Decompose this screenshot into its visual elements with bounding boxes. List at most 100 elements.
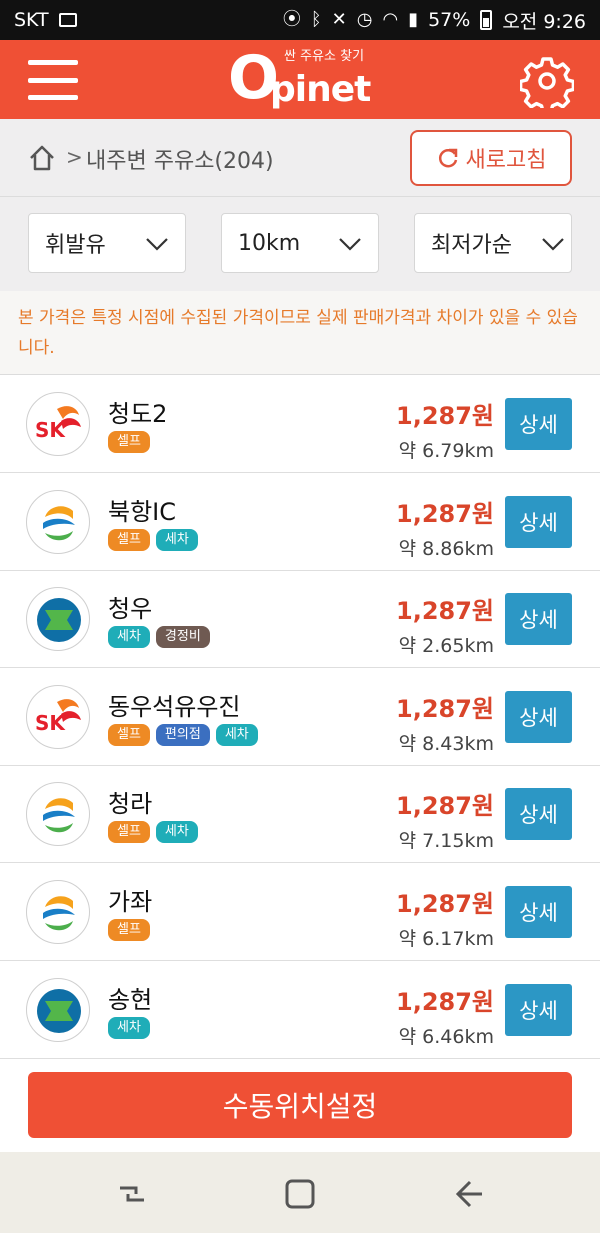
station-tag: 셀프 bbox=[108, 528, 150, 551]
gear-icon[interactable] bbox=[518, 54, 576, 114]
station-tags: 세차 경정비 bbox=[108, 626, 210, 649]
station-tag: 편의점 bbox=[155, 723, 210, 746]
signal-icon: ▮ bbox=[408, 9, 419, 30]
sort-value: 최저가순 bbox=[431, 233, 512, 258]
station-row[interactable]: 송현 세차 1,287원약 6.46km 상세 bbox=[0, 961, 600, 1059]
station-row[interactable]: SK 청도2 셀프 1,287원약 6.79km 상세 bbox=[0, 376, 600, 473]
location-icon: ⦿ bbox=[282, 9, 301, 30]
station-row[interactable]: SK 동우석유우진 셀프 편의점 세차 1,287원 약 8.43km 상세 bbox=[0, 668, 600, 766]
mute-icon: ✕ bbox=[331, 9, 347, 30]
station-price: 1,287원 bbox=[396, 792, 494, 821]
station-tag: 셀프 bbox=[108, 919, 150, 941]
radius-value: 10km bbox=[238, 230, 301, 256]
station-price: 1,287원 bbox=[396, 402, 494, 430]
recent-apps-icon[interactable] bbox=[112, 1174, 152, 1214]
station-price: 1,287원 bbox=[396, 987, 494, 1016]
station-tag: 세차 bbox=[155, 528, 198, 551]
station-name: 청도2 bbox=[108, 400, 168, 428]
station-tag: 세차 bbox=[108, 1016, 150, 1039]
detail-button[interactable]: 상세 bbox=[505, 788, 572, 841]
wifi-icon: ◠ bbox=[382, 9, 399, 30]
detail-button[interactable]: 상세 bbox=[505, 593, 572, 646]
sk-brand-logo: SK bbox=[26, 684, 90, 749]
station-tag: 세차 bbox=[155, 821, 198, 844]
station-distance: 약 6.79km bbox=[398, 440, 494, 462]
system-nav-bar bbox=[0, 1152, 600, 1233]
station-tags: 셀프 편의점 세차 bbox=[108, 723, 258, 746]
refresh-label: 새로고침 bbox=[465, 148, 547, 173]
station-price: 1,287원 bbox=[396, 597, 494, 626]
chevron-down-icon bbox=[146, 238, 168, 251]
hyundai-oilbank-brand-logo bbox=[26, 977, 90, 1042]
price-notice: 본 가격은 특정 시점에 수집된 가격이므로 실제 판매가격과 차이가 있을 수… bbox=[0, 291, 600, 375]
station-tag: 세차 bbox=[215, 723, 258, 746]
station-name: 북항IC bbox=[108, 497, 176, 526]
svg-text:SK: SK bbox=[35, 418, 66, 442]
bluetooth-icon: ᛒ bbox=[310, 9, 322, 30]
station-name: 송현 bbox=[108, 985, 153, 1014]
station-price: 1,287원 bbox=[396, 694, 494, 723]
s-oil-brand-logo bbox=[26, 782, 90, 847]
station-tags: 셀프 bbox=[108, 919, 150, 941]
filter-bar: 휘발유 10km 최저가순 bbox=[0, 197, 600, 291]
station-tag: 셀프 bbox=[108, 821, 150, 844]
detail-button[interactable]: 상세 bbox=[505, 398, 572, 450]
station-row[interactable]: 청우 세차 경정비 1,287원약 2.65km 상세 bbox=[0, 571, 600, 669]
svg-text:SK: SK bbox=[35, 711, 66, 735]
station-row[interactable]: 북항IC 셀프 세차 1,287원약 8.86km 상세 bbox=[0, 473, 600, 571]
station-distance: 약 8.43km bbox=[398, 732, 494, 755]
chevron-down-icon bbox=[542, 238, 564, 251]
station-distance: 약 8.86km bbox=[398, 537, 494, 560]
logo-tagline: 싼 주유소 찾기 bbox=[284, 49, 365, 64]
logo-wordmark: pinet bbox=[270, 69, 371, 110]
sort-select[interactable]: 최저가순 bbox=[414, 213, 572, 273]
radius-select[interactable]: 10km bbox=[221, 213, 379, 273]
station-distance: 약 7.15km bbox=[398, 830, 494, 853]
page-title: 내주변 주유소(204) bbox=[86, 149, 274, 174]
fuel-type-select[interactable]: 휘발유 bbox=[28, 213, 186, 273]
detail-button[interactable]: 상세 bbox=[505, 886, 572, 938]
station-tags: 셀프 세차 bbox=[108, 528, 198, 551]
gallery-notification-icon bbox=[58, 13, 77, 27]
back-icon[interactable] bbox=[448, 1174, 488, 1214]
carrier-label: SKT bbox=[14, 9, 49, 31]
station-tag: 셀프 bbox=[108, 723, 150, 746]
alarm-icon: ◷ bbox=[356, 9, 373, 30]
status-bar: SKT ⦿ ᛒ ✕ ◷ ◠ ▮ 57% 오전 9:26 bbox=[0, 0, 600, 40]
battery-icon bbox=[480, 10, 493, 30]
clock: 오전 9:26 bbox=[502, 10, 586, 33]
home-icon[interactable] bbox=[28, 144, 56, 172]
detail-button[interactable]: 상세 bbox=[505, 983, 572, 1036]
opinet-logo: O 싼 주유소 찾기 pinet bbox=[228, 44, 378, 114]
refresh-button[interactable]: 새로고침 bbox=[410, 130, 572, 186]
station-tags: 셀프 bbox=[108, 431, 150, 453]
fuel-type-value: 휘발유 bbox=[45, 233, 106, 258]
s-oil-brand-logo bbox=[26, 880, 90, 944]
station-tag: 세차 bbox=[108, 626, 150, 649]
detail-button[interactable]: 상세 bbox=[505, 495, 572, 548]
station-row[interactable]: 청라 셀프 세차 1,287원약 7.15km 상세 bbox=[0, 766, 600, 864]
chevron-down-icon bbox=[339, 238, 361, 251]
manual-location-button[interactable]: 수동위치설정 bbox=[28, 1072, 572, 1138]
station-tags: 셀프 세차 bbox=[108, 821, 198, 844]
station-name: 청우 bbox=[108, 595, 153, 624]
app-header: O 싼 주유소 찾기 pinet bbox=[0, 40, 600, 119]
refresh-icon bbox=[438, 148, 457, 168]
station-tags: 세차 bbox=[108, 1016, 150, 1039]
station-name: 가좌 bbox=[108, 888, 153, 916]
home-button-icon[interactable] bbox=[280, 1174, 320, 1214]
station-name: 청라 bbox=[108, 790, 153, 819]
station-distance: 약 6.17km bbox=[398, 928, 494, 950]
battery-percent: 57% bbox=[428, 9, 471, 31]
station-price: 1,287원 bbox=[396, 499, 494, 528]
station-tag: 경정비 bbox=[155, 626, 210, 649]
sk-brand-logo: SK bbox=[26, 392, 90, 456]
menu-icon[interactable] bbox=[28, 60, 78, 100]
station-distance: 약 6.46km bbox=[398, 1025, 494, 1048]
s-oil-brand-logo bbox=[26, 489, 90, 554]
station-tag: 셀프 bbox=[108, 431, 150, 453]
station-distance: 약 2.65km bbox=[398, 635, 494, 658]
station-price: 1,287원 bbox=[396, 890, 494, 918]
detail-button[interactable]: 상세 bbox=[505, 690, 572, 743]
station-row[interactable]: 가좌셀프 1,287원약 6.17km 상세 bbox=[0, 864, 600, 961]
